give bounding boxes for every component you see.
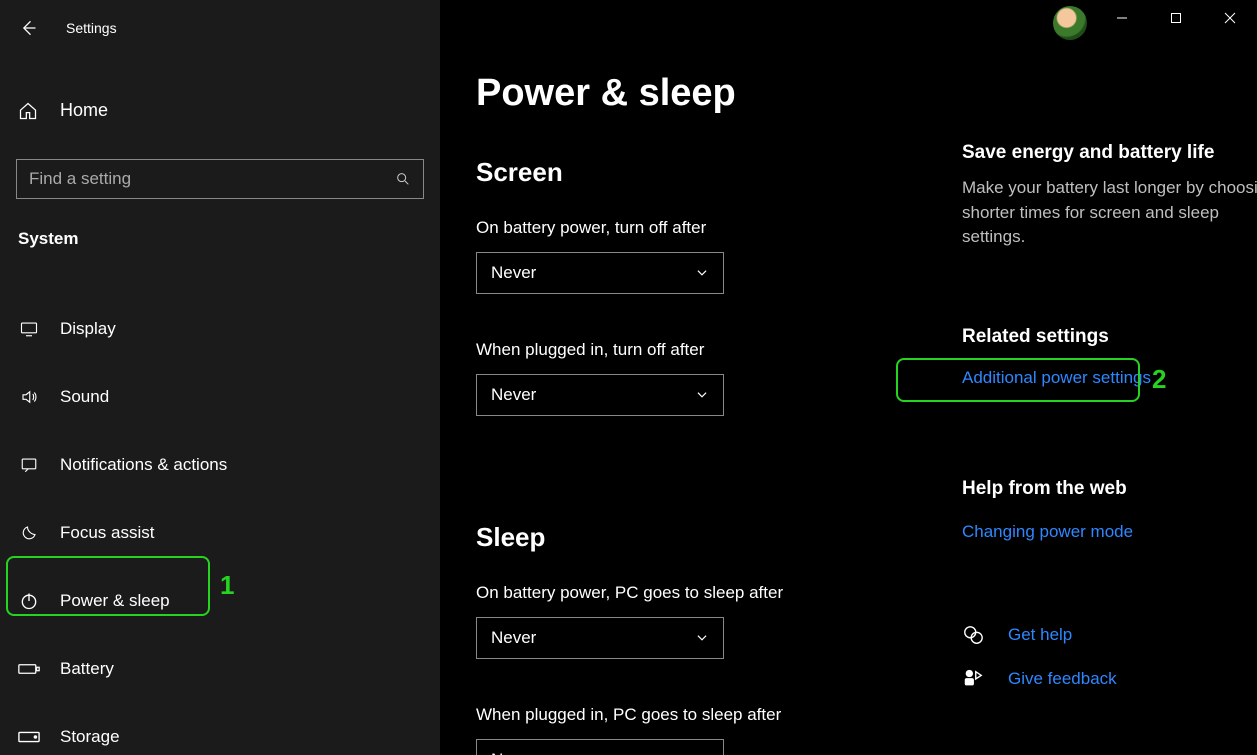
sidebar-item-storage[interactable]: Storage bbox=[0, 703, 440, 755]
category-label: System bbox=[18, 229, 440, 249]
battery-icon bbox=[18, 662, 40, 676]
dropdown-value: Never bbox=[491, 750, 695, 755]
sound-icon bbox=[18, 388, 40, 406]
sidebar-item-label: Storage bbox=[60, 727, 120, 747]
sidebar-item-label: Focus assist bbox=[60, 523, 154, 543]
aside-column: Save energy and battery life Make your b… bbox=[962, 72, 1257, 755]
home-icon bbox=[18, 101, 40, 121]
related-heading: Related settings bbox=[962, 326, 1257, 348]
give-feedback-link[interactable]: Give feedback bbox=[1008, 669, 1117, 689]
search-icon bbox=[395, 171, 411, 187]
get-help-row[interactable]: Get help bbox=[962, 624, 1257, 646]
power-icon bbox=[18, 591, 40, 611]
feedback-icon bbox=[962, 668, 984, 690]
moon-icon bbox=[18, 524, 40, 542]
display-icon bbox=[18, 320, 40, 338]
app-title: Settings bbox=[66, 20, 117, 36]
window-controls bbox=[1095, 0, 1257, 36]
screen-battery-label: On battery power, turn off after bbox=[476, 218, 876, 238]
sidebar-item-label: Power & sleep bbox=[60, 591, 170, 611]
sidebar-item-label: Display bbox=[60, 319, 116, 339]
get-help-link[interactable]: Get help bbox=[1008, 625, 1072, 645]
screen-battery-dropdown[interactable]: Never bbox=[476, 252, 724, 294]
home-label: Home bbox=[60, 100, 108, 121]
help-heading: Help from the web bbox=[962, 478, 1257, 500]
related-settings: Related settings Additional power settin… bbox=[962, 326, 1257, 478]
sidebar-item-label: Battery bbox=[60, 659, 114, 679]
changing-power-mode-link[interactable]: Changing power mode bbox=[962, 522, 1133, 542]
screen-plugged-label: When plugged in, turn off after bbox=[476, 340, 876, 360]
chevron-down-icon bbox=[695, 631, 709, 645]
settings-window: Settings Home System bbox=[0, 0, 1257, 755]
sidebar-item-sound[interactable]: Sound bbox=[0, 363, 440, 431]
settings-column: Power & sleep Screen On battery power, t… bbox=[476, 72, 876, 755]
notifications-icon bbox=[18, 456, 40, 474]
get-help-icon bbox=[962, 624, 984, 646]
close-button[interactable] bbox=[1203, 0, 1257, 36]
sleep-battery-label: On battery power, PC goes to sleep after bbox=[476, 583, 876, 603]
chevron-down-icon bbox=[695, 266, 709, 280]
screen-plugged-dropdown[interactable]: Never bbox=[476, 374, 724, 416]
maximize-button[interactable] bbox=[1149, 0, 1203, 36]
main-content: Power & sleep Screen On battery power, t… bbox=[440, 0, 1257, 755]
sleep-heading: Sleep bbox=[476, 522, 876, 553]
sleep-battery-dropdown[interactable]: Never bbox=[476, 617, 724, 659]
sidebar: Settings Home System bbox=[0, 0, 440, 755]
home-button[interactable]: Home bbox=[0, 92, 440, 129]
avatar[interactable] bbox=[1053, 6, 1087, 40]
chevron-down-icon bbox=[695, 388, 709, 402]
page-title: Power & sleep bbox=[476, 72, 876, 115]
save-energy-heading: Save energy and battery life bbox=[962, 142, 1257, 164]
nav-list: Display Sound Notifications & actions bbox=[0, 295, 440, 755]
sidebar-item-label: Notifications & actions bbox=[60, 455, 227, 475]
dropdown-value: Never bbox=[491, 263, 695, 283]
titlebar: Settings bbox=[0, 12, 440, 44]
search-box[interactable] bbox=[16, 159, 424, 199]
search-input[interactable] bbox=[29, 169, 395, 189]
sidebar-item-focus-assist[interactable]: Focus assist bbox=[0, 499, 440, 567]
back-icon[interactable] bbox=[18, 18, 38, 38]
additional-power-settings-link[interactable]: Additional power settings bbox=[962, 368, 1151, 388]
screen-heading: Screen bbox=[476, 157, 876, 188]
dropdown-value: Never bbox=[491, 628, 695, 648]
storage-icon bbox=[18, 730, 40, 744]
sidebar-item-label: Sound bbox=[60, 387, 109, 407]
minimize-button[interactable] bbox=[1095, 0, 1149, 36]
search-wrap bbox=[16, 159, 424, 199]
dropdown-value: Never bbox=[491, 385, 695, 405]
sidebar-item-notifications[interactable]: Notifications & actions bbox=[0, 431, 440, 499]
give-feedback-row[interactable]: Give feedback bbox=[962, 668, 1257, 690]
sleep-plugged-dropdown[interactable]: Never bbox=[476, 739, 724, 755]
sidebar-item-display[interactable]: Display bbox=[0, 295, 440, 363]
sleep-plugged-label: When plugged in, PC goes to sleep after bbox=[476, 705, 876, 725]
sidebar-item-battery[interactable]: Battery bbox=[0, 635, 440, 703]
save-energy-text: Make your battery last longer by choosin… bbox=[962, 176, 1257, 250]
sidebar-item-power-sleep[interactable]: Power & sleep bbox=[0, 567, 440, 635]
